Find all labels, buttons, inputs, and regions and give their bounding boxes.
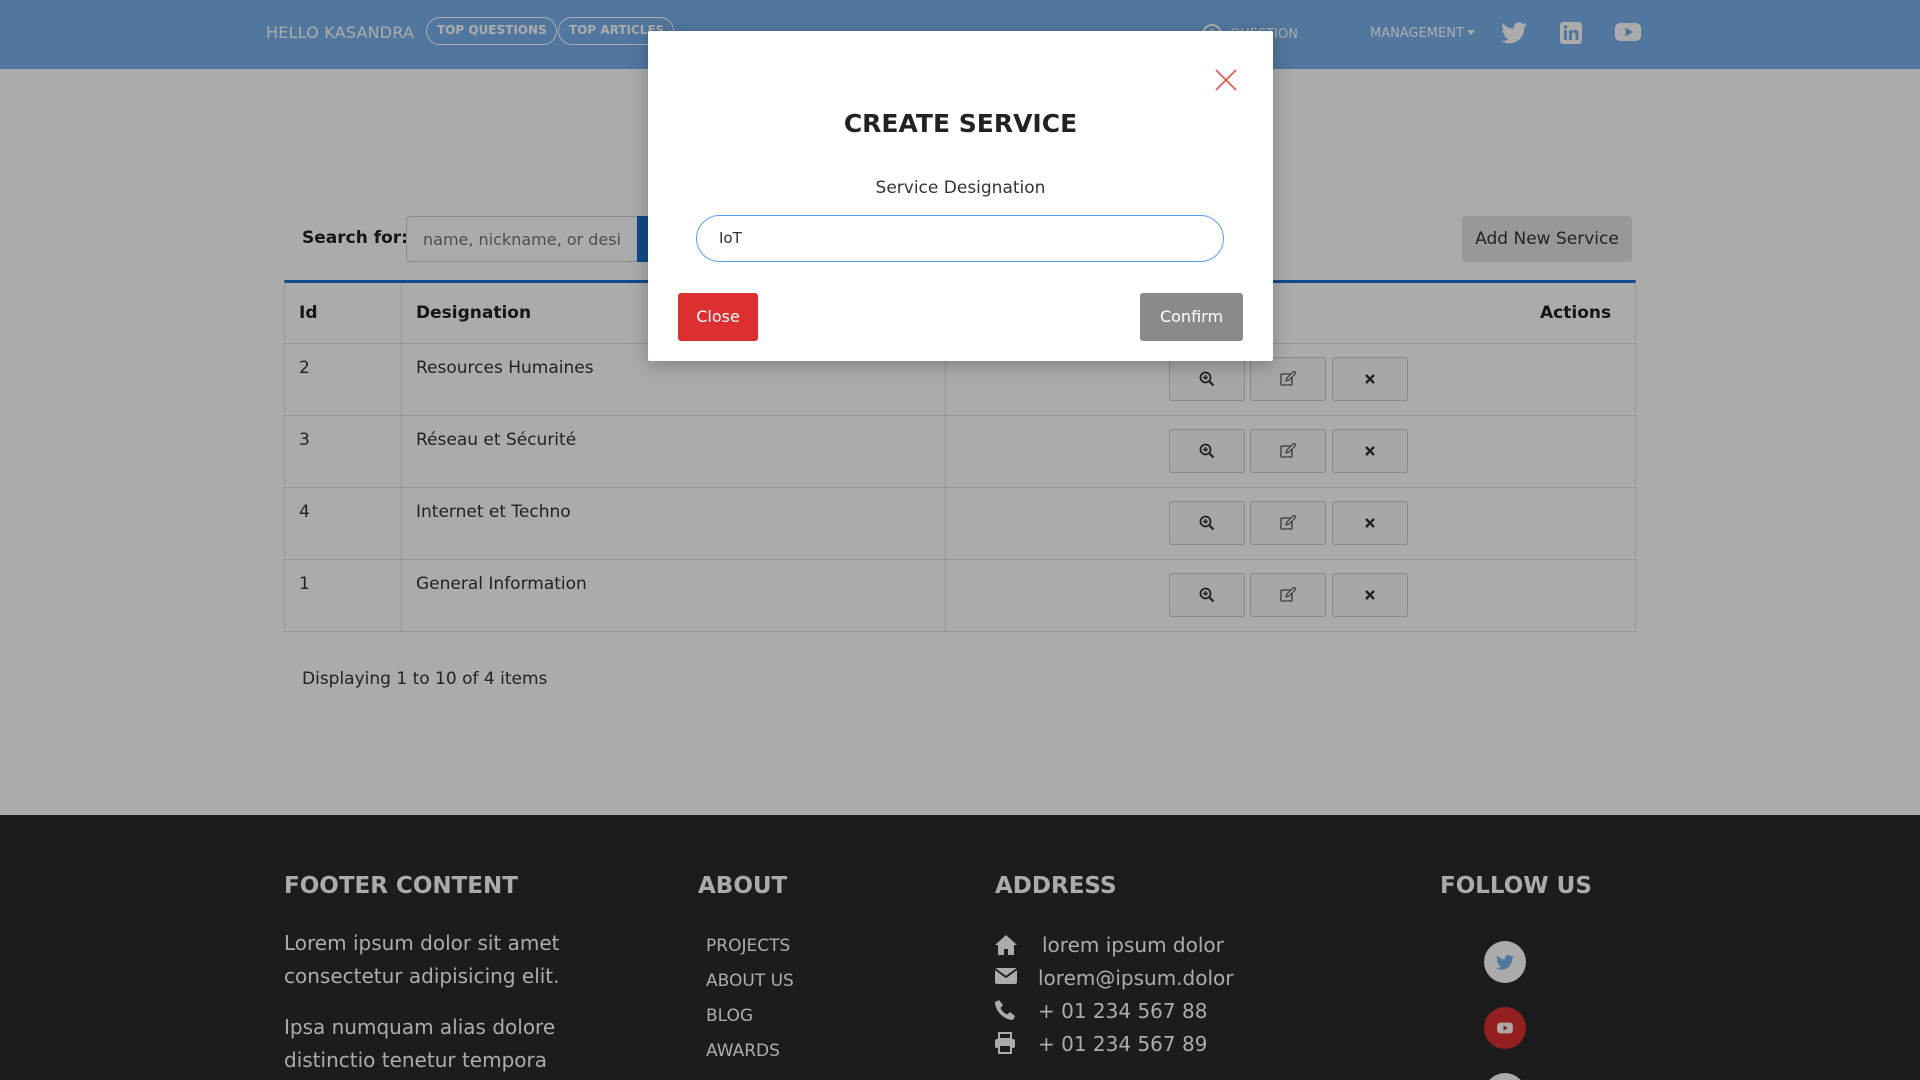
close-icon[interactable] [1213,67,1239,93]
close-button[interactable]: Close [678,293,758,341]
create-service-modal: CREATE SERVICE Service Designation IoT C… [648,31,1273,361]
service-designation-input[interactable]: IoT [696,215,1224,262]
modal-title: CREATE SERVICE [843,109,1078,138]
service-designation-label: Service Designation [875,178,1046,198]
confirm-button[interactable]: Confirm [1140,293,1243,341]
